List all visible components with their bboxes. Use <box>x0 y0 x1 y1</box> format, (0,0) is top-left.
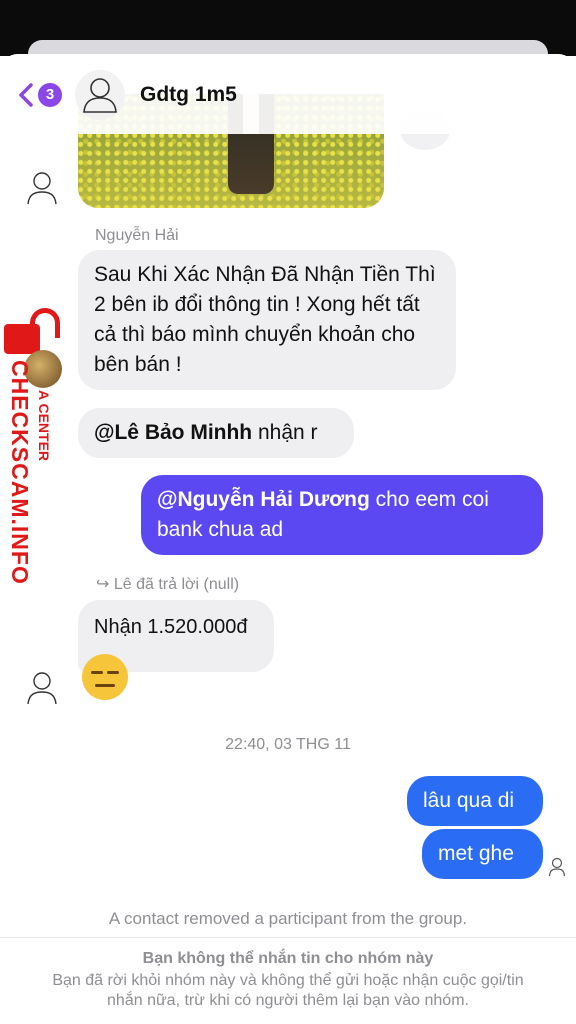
incoming-message-bubble[interactable]: @Lê Bảo Minhh nhận r <box>78 408 354 458</box>
system-notice: A contact removed a participant from the… <box>108 909 468 928</box>
back-button[interactable]: 3 <box>16 80 64 110</box>
person-icon <box>83 78 117 113</box>
reply-indicator: ↪ Lê đã trả lời (null) <box>96 574 239 594</box>
reply-label: Lê đã trả lời (null) <box>113 576 240 593</box>
seen-avatar-icon <box>548 857 566 877</box>
watermark-overlay: CHECKSCAM.INFO A CENTER <box>2 308 62 598</box>
emoji-mouth <box>95 684 115 687</box>
message-text: met ghe <box>438 842 514 865</box>
sender-avatar-icon <box>27 172 57 205</box>
chat-screen: 3 Gdtg 1m5 Nguyễn Hải Sau Khi Xác Nhận Đ… <box>0 54 576 1024</box>
outgoing-message-bubble[interactable]: lâu qua di <box>407 776 543 826</box>
lock-icon <box>4 324 40 354</box>
emoji-eye-left <box>91 671 103 674</box>
emoji-eye-right <box>107 671 119 674</box>
neutral-face-emoji-icon[interactable] <box>82 654 128 700</box>
group-title[interactable]: Gdtg 1m5 <box>140 83 237 107</box>
unread-count-badge: 3 <box>38 83 62 107</box>
incoming-message-bubble[interactable]: Sau Khi Xác Nhận Đã Nhận Tiền Thì 2 bên … <box>78 250 456 390</box>
sender-name-label: Nguyễn Hải <box>95 227 179 244</box>
message-text: lâu qua di <box>423 789 515 812</box>
sender-avatar-icon <box>27 672 57 705</box>
reply-arrow-icon: ↪ <box>96 576 110 593</box>
message-timestamp: 22:40, 03 THG 11 <box>225 736 351 753</box>
group-avatar[interactable] <box>75 70 125 120</box>
blocked-composer-footer: Bạn không thể nhắn tin cho nhóm này Bạn … <box>0 937 576 1024</box>
chevron-left-icon <box>19 83 33 107</box>
message-text: Nhận 1.520.000đ <box>94 616 248 638</box>
mention-link[interactable]: @Lê Bảo Minhh <box>94 421 252 444</box>
footer-title: Bạn không thể nhắn tin cho nhóm này <box>142 950 434 967</box>
watermark-text: CHECKSCAM.INFO <box>7 360 33 585</box>
mention-link[interactable]: @Nguyễn Hải Dương <box>157 488 370 511</box>
message-text: Sau Khi Xác Nhận Đã Nhận Tiền Thì 2 bên … <box>94 263 436 376</box>
footer-description: Bạn đã rời khỏi nhóm này và không thể gử… <box>52 972 524 1009</box>
message-text: nhận r <box>252 421 318 444</box>
chat-header: 3 Gdtg 1m5 <box>0 54 576 134</box>
outgoing-message-bubble[interactable]: met ghe <box>422 829 543 879</box>
watermark-subtext: A CENTER <box>36 390 52 462</box>
outgoing-message-bubble[interactable]: @Nguyễn Hải Dương cho eem coi bank chua … <box>141 475 543 555</box>
